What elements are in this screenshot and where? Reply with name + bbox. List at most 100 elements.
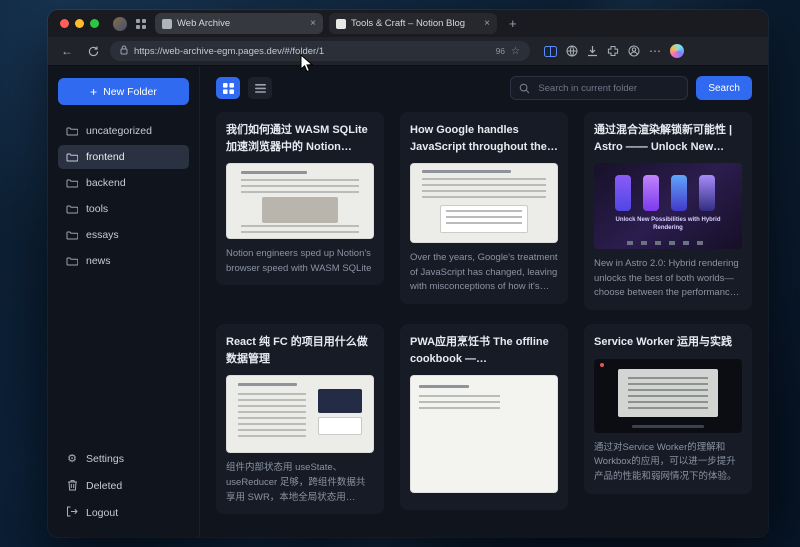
browser-action-icons: ⋯ [544, 44, 684, 58]
folder-label: uncategorized [86, 125, 152, 137]
search-input[interactable] [536, 82, 679, 95]
sidebar-item-tools[interactable]: tools [58, 197, 189, 221]
archive-card-astro-hybrid[interactable]: 通过混合渲染解锁新可能性 | Astro —— Unlock New… Unlo… [584, 112, 752, 310]
desktop-wallpaper: Web Archive × Tools & Craft – Notion Blo… [0, 0, 800, 547]
list-view-button[interactable] [248, 77, 272, 99]
thumbnail-caption: Unlock New Possibilities with Hybrid Ren… [603, 217, 733, 233]
new-folder-button[interactable]: + New Folder [58, 78, 189, 105]
window-controls [56, 19, 103, 28]
folder-icon [66, 256, 78, 266]
browser-window: Web Archive × Tools & Craft – Notion Blo… [48, 10, 768, 537]
globe-icon[interactable] [566, 45, 578, 57]
folder-icon [66, 178, 78, 188]
folder-icon [66, 126, 78, 136]
split-view-icon[interactable] [544, 46, 557, 57]
folder-list: uncategorized frontend backend tools [58, 119, 189, 273]
address-bar[interactable]: https://web-archive-egm.pages.dev/#/fold… [110, 41, 530, 61]
lock-icon [120, 42, 128, 60]
card-thumbnail [410, 375, 558, 493]
card-thumbnail [594, 359, 742, 433]
web-archive-favicon [162, 19, 172, 29]
folder-label: frontend [86, 151, 125, 163]
sidebar-footer: ⚙ Settings Deleted Logout [58, 447, 189, 525]
browser-tab-bar: Web Archive × Tools & Craft – Notion Blo… [48, 10, 768, 37]
card-title: React 纯 FC 的项目用什么做数据管理 [226, 334, 374, 367]
search-button[interactable]: Search [696, 76, 752, 100]
deleted-label: Deleted [86, 480, 122, 492]
sidebar-item-news[interactable]: news [58, 249, 189, 273]
settings-button[interactable]: ⚙ Settings [58, 447, 189, 471]
folder-icon [66, 204, 78, 214]
main-content: Search 我们如何通过 WASM SQLite 加速浏览器中的 Notion… [200, 66, 768, 537]
close-icon[interactable]: × [484, 18, 490, 29]
card-description: New in Astro 2.0: Hybrid rendering unloc… [594, 257, 742, 301]
card-title: 我们如何通过 WASM SQLite 加速浏览器中的 Notion ——… [226, 122, 374, 155]
card-thumbnail: Unlock New Possibilities with Hybrid Ren… [594, 163, 742, 249]
sidebar-item-backend[interactable]: backend [58, 171, 189, 195]
archive-card-react-fc[interactable]: React 纯 FC 的项目用什么做数据管理 组件内部状态用 useState、… [216, 324, 384, 514]
browser-nav-bar: ← https://web-archive-egm.pages.dev/#/fo… [48, 37, 768, 66]
gear-icon: ⚙ [66, 454, 78, 465]
bookmark-star-icon[interactable]: ☆ [511, 46, 520, 57]
sidebar-item-frontend[interactable]: frontend [58, 145, 189, 169]
extensions-puzzle-icon[interactable] [607, 45, 619, 57]
download-icon[interactable] [587, 45, 598, 57]
card-thumbnail [226, 163, 374, 239]
card-title: How Google handles JavaScript throughout… [410, 122, 558, 155]
trash-icon [66, 479, 78, 494]
tab-overview-icon[interactable] [133, 16, 149, 32]
folder-icon [66, 230, 78, 240]
card-thumbnail [410, 163, 558, 243]
logout-button[interactable]: Logout [58, 501, 189, 525]
tab-web-archive[interactable]: Web Archive × [155, 13, 323, 34]
archive-card-service-worker[interactable]: Service Worker 运用与实践 通过对Service Worker的理… [584, 324, 752, 494]
card-title: PWA应用烹饪书 The offline cookbook —… [410, 334, 558, 367]
archive-card-google-js[interactable]: How Google handles JavaScript throughout… [400, 112, 568, 304]
list-icon [255, 84, 266, 93]
close-icon[interactable]: × [310, 18, 316, 29]
new-folder-label: New Folder [103, 86, 157, 98]
card-thumbnail [226, 375, 374, 453]
new-tab-button[interactable]: + [503, 16, 523, 31]
back-button[interactable]: ← [58, 44, 76, 58]
zoom-indicator: 96 [496, 46, 505, 56]
browser-profile-avatar[interactable] [113, 17, 127, 31]
folder-label: essays [86, 229, 119, 241]
grid-icon [223, 83, 234, 94]
sidebar-item-essays[interactable]: essays [58, 223, 189, 247]
logout-label: Logout [86, 507, 118, 519]
profile-icon[interactable] [628, 45, 640, 57]
grid-view-button[interactable] [216, 77, 240, 99]
search-icon [519, 83, 530, 94]
fullscreen-window-button[interactable] [90, 19, 99, 28]
more-menu-icon[interactable]: ⋯ [649, 45, 661, 57]
archive-card-pwa-cookbook[interactable]: PWA应用烹饪书 The offline cookbook —… [400, 324, 568, 510]
deleted-button[interactable]: Deleted [58, 474, 189, 498]
notion-blog-favicon [336, 19, 346, 29]
settings-label: Settings [86, 453, 124, 465]
card-title: Service Worker 运用与实践 [594, 334, 742, 351]
card-description: Notion engineers sped up Notion's browse… [226, 247, 374, 276]
folder-label: backend [86, 177, 126, 189]
copilot-orb-icon[interactable] [670, 44, 684, 58]
tab-title: Web Archive [177, 18, 305, 29]
logout-icon [66, 506, 78, 520]
sidebar-item-uncategorized[interactable]: uncategorized [58, 119, 189, 143]
tab-title: Tools & Craft – Notion Blog [351, 18, 479, 29]
archive-card-wasm-sqlite[interactable]: 我们如何通过 WASM SQLite 加速浏览器中的 Notion ——… No… [216, 112, 384, 285]
plus-icon: + [90, 86, 97, 98]
tab-notion-blog[interactable]: Tools & Craft – Notion Blog × [329, 13, 497, 34]
card-description: 组件内部状态用 useState、useReducer 足够，跨组件数据共享用 … [226, 461, 374, 505]
mouse-cursor [300, 54, 314, 74]
folder-label: tools [86, 203, 108, 215]
minimize-window-button[interactable] [75, 19, 84, 28]
refresh-button[interactable] [84, 46, 102, 57]
card-description: 通过对Service Worker的理解和Workbox的应用，可以进一步提升产… [594, 441, 742, 485]
card-description: Over the years, Google's treatment of Ja… [410, 251, 558, 295]
card-grid: 我们如何通过 WASM SQLite 加速浏览器中的 Notion ——… No… [216, 112, 752, 514]
web-archive-app: + New Folder uncategorized frontend back… [48, 66, 768, 537]
content-toolbar: Search [216, 76, 752, 100]
card-title: 通过混合渲染解锁新可能性 | Astro —— Unlock New… [594, 122, 742, 155]
close-window-button[interactable] [60, 19, 69, 28]
search-box[interactable] [510, 76, 688, 100]
